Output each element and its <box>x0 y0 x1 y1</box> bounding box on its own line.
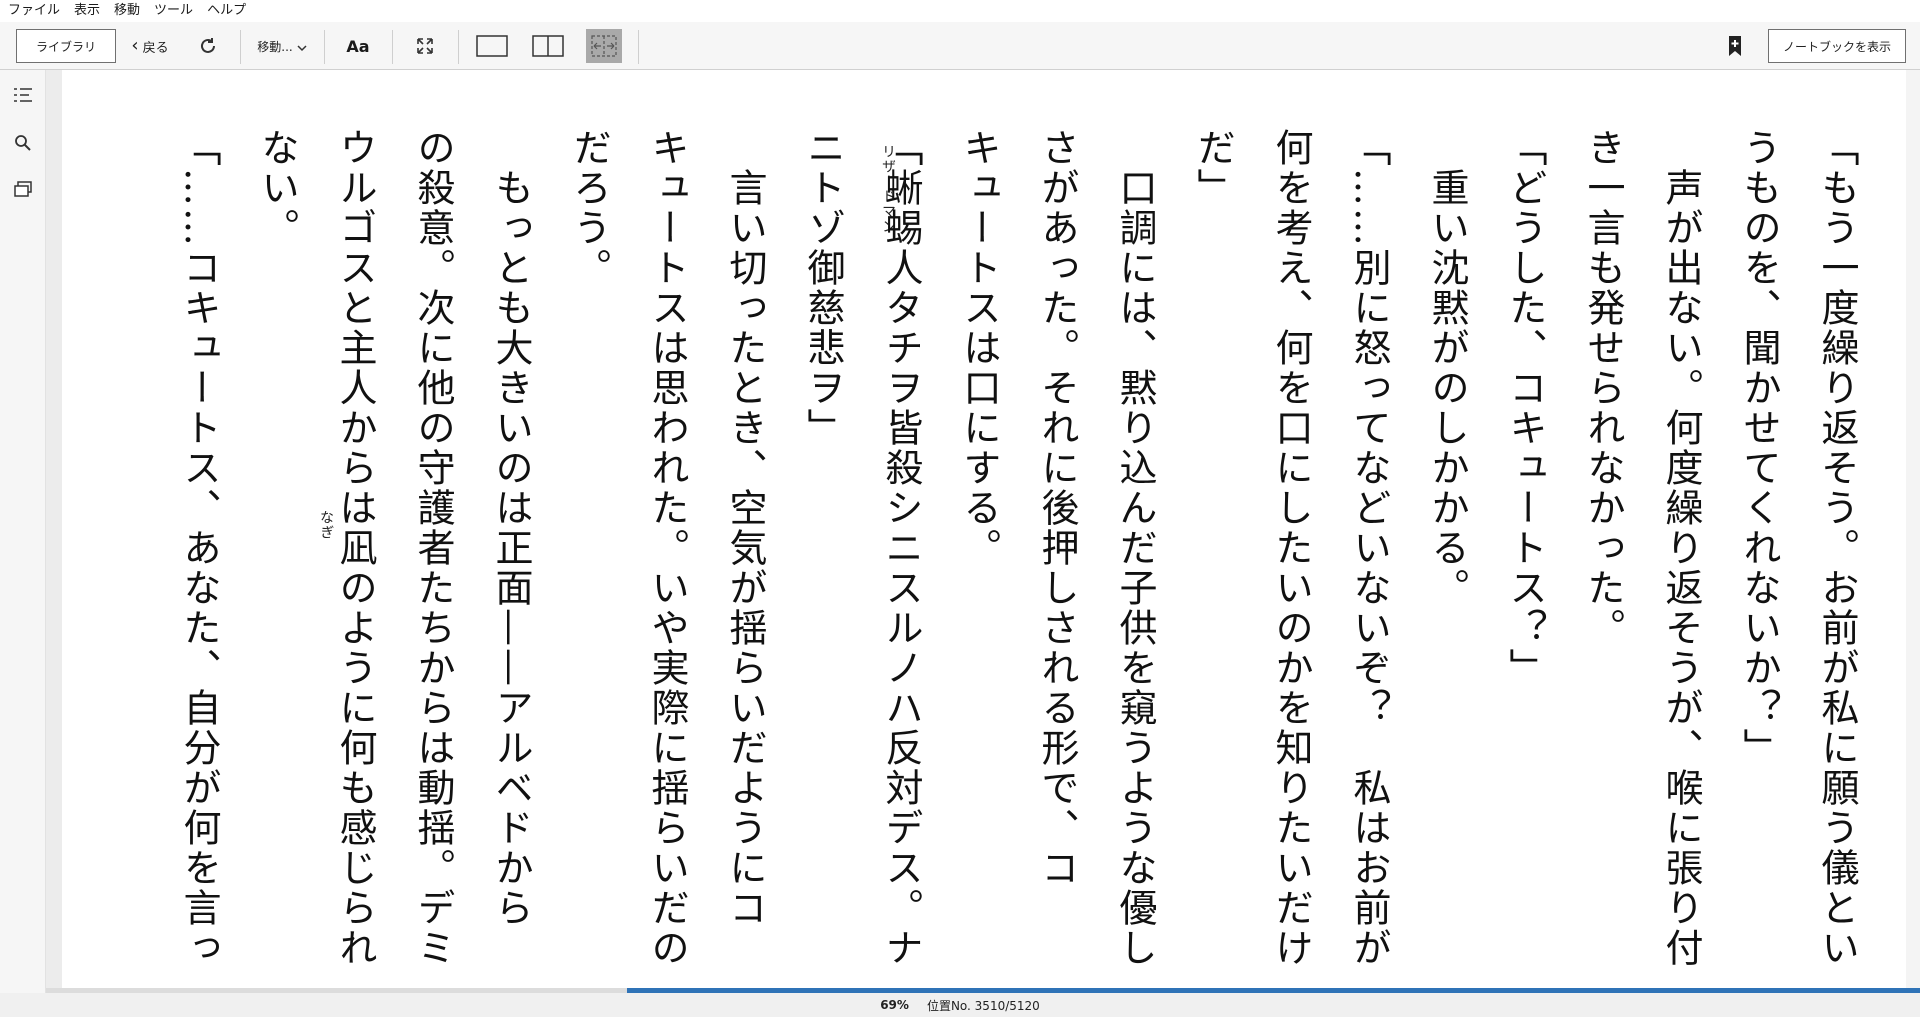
text-line: き一言も発せられなかった。 <box>1581 128 1625 648</box>
menu-bar: ファイル 表示 移動 ツール ヘルプ <box>0 0 1920 22</box>
goto-dropdown[interactable]: 移動... <box>250 29 314 63</box>
refresh-icon[interactable] <box>194 31 222 61</box>
text-line: の殺意。次に他の守護者たちからは動揺。デミ <box>411 128 455 968</box>
text-line: 何を考え、何を口にしたいのかを知りたいだけ <box>1269 128 1313 968</box>
page-gutter <box>46 70 62 990</box>
left-nav-rail <box>0 70 46 993</box>
text-line: だ」 <box>1191 128 1235 208</box>
text-line: 「もう一度繰り返そう。お前が私に願う儀とい <box>1815 128 1859 968</box>
two-page-icon[interactable] <box>530 31 566 61</box>
single-page-icon[interactable] <box>474 31 510 61</box>
text-line: ない。 <box>255 128 299 248</box>
flashcards-icon[interactable] <box>12 178 34 200</box>
library-button[interactable]: ライブラリ <box>16 29 116 63</box>
text-line: 重い沈黙がのしかかる。 <box>1425 168 1469 608</box>
text-line: 言い切ったとき、空気が揺らいだようにコ <box>723 168 767 928</box>
text-line: 「蜥蜴人タチヲ皆殺シニスルノハ反対デス。ナ <box>879 128 923 968</box>
menu-tools[interactable]: ツール <box>147 0 200 22</box>
menu-file[interactable]: ファイル <box>0 0 67 22</box>
fit-width-icon[interactable] <box>586 29 622 63</box>
chevron-left-icon: ‹ <box>131 35 139 56</box>
show-notebook-button[interactable]: ノートブックを表示 <box>1768 29 1906 63</box>
text-line: 口調には、黙り込んだ子供を窺うような優し <box>1113 168 1157 968</box>
text-line: さがあった。それに後押しされる形で、コ <box>1035 128 1079 888</box>
menu-help[interactable]: ヘルプ <box>200 0 253 22</box>
vertical-scrollbar[interactable] <box>1906 70 1920 988</box>
text-line: だろう。 <box>567 128 611 288</box>
goto-label: 移動... <box>257 39 293 54</box>
toolbar: ライブラリ ‹ 戻る 移動... Aa ノートブックを表示 <box>0 22 1920 70</box>
status-bar: 69% 位置No. 3510/5120 <box>0 993 1920 1017</box>
text-line: 「……別に怒ってなどいないぞ？ 私はお前が <box>1347 128 1391 968</box>
bookmark-add-icon[interactable] <box>1722 31 1748 61</box>
text-line: 声が出ない。何度繰り返そうが、喉に張り付 <box>1659 168 1703 968</box>
table-of-contents-icon[interactable] <box>12 84 34 106</box>
fullscreen-icon[interactable] <box>410 31 440 61</box>
chevron-down-icon <box>297 37 307 56</box>
text-line: もっとも大きいのは正面——アルベドから <box>489 168 533 928</box>
text-line: うものを、聞かせてくれないか？」 <box>1737 128 1781 768</box>
menu-view[interactable]: 表示 <box>67 0 107 22</box>
text-line: 「どうした、コキュートス？」 <box>1503 128 1547 688</box>
text-line: ウルゴスと主人からは凪のように何も感じられ <box>333 128 377 968</box>
reading-pane[interactable]: 「もう一度繰り返そう。お前が私に願う儀とい うものを、聞かせてくれないか？」 声… <box>62 70 1920 990</box>
text-line: ニトゾ御慈悲ヲ」 <box>801 128 845 448</box>
menu-go[interactable]: 移動 <box>107 0 147 22</box>
location-indicator: 位置No. 3510/5120 <box>926 998 1040 1013</box>
text-line: 「……コキュートス、あなた、自分が何を言っ <box>177 128 221 968</box>
text-line: キュートスは思われた。いや実際に揺らいだの <box>645 128 689 968</box>
text-line: キュートスは口にする。 <box>957 128 1001 568</box>
font-settings-button[interactable]: Aa <box>338 29 378 63</box>
progress-percent: 69% <box>880 998 909 1012</box>
back-button[interactable]: ‹ 戻る <box>128 29 172 63</box>
back-label: 戻る <box>142 40 169 56</box>
search-icon[interactable] <box>12 132 34 154</box>
